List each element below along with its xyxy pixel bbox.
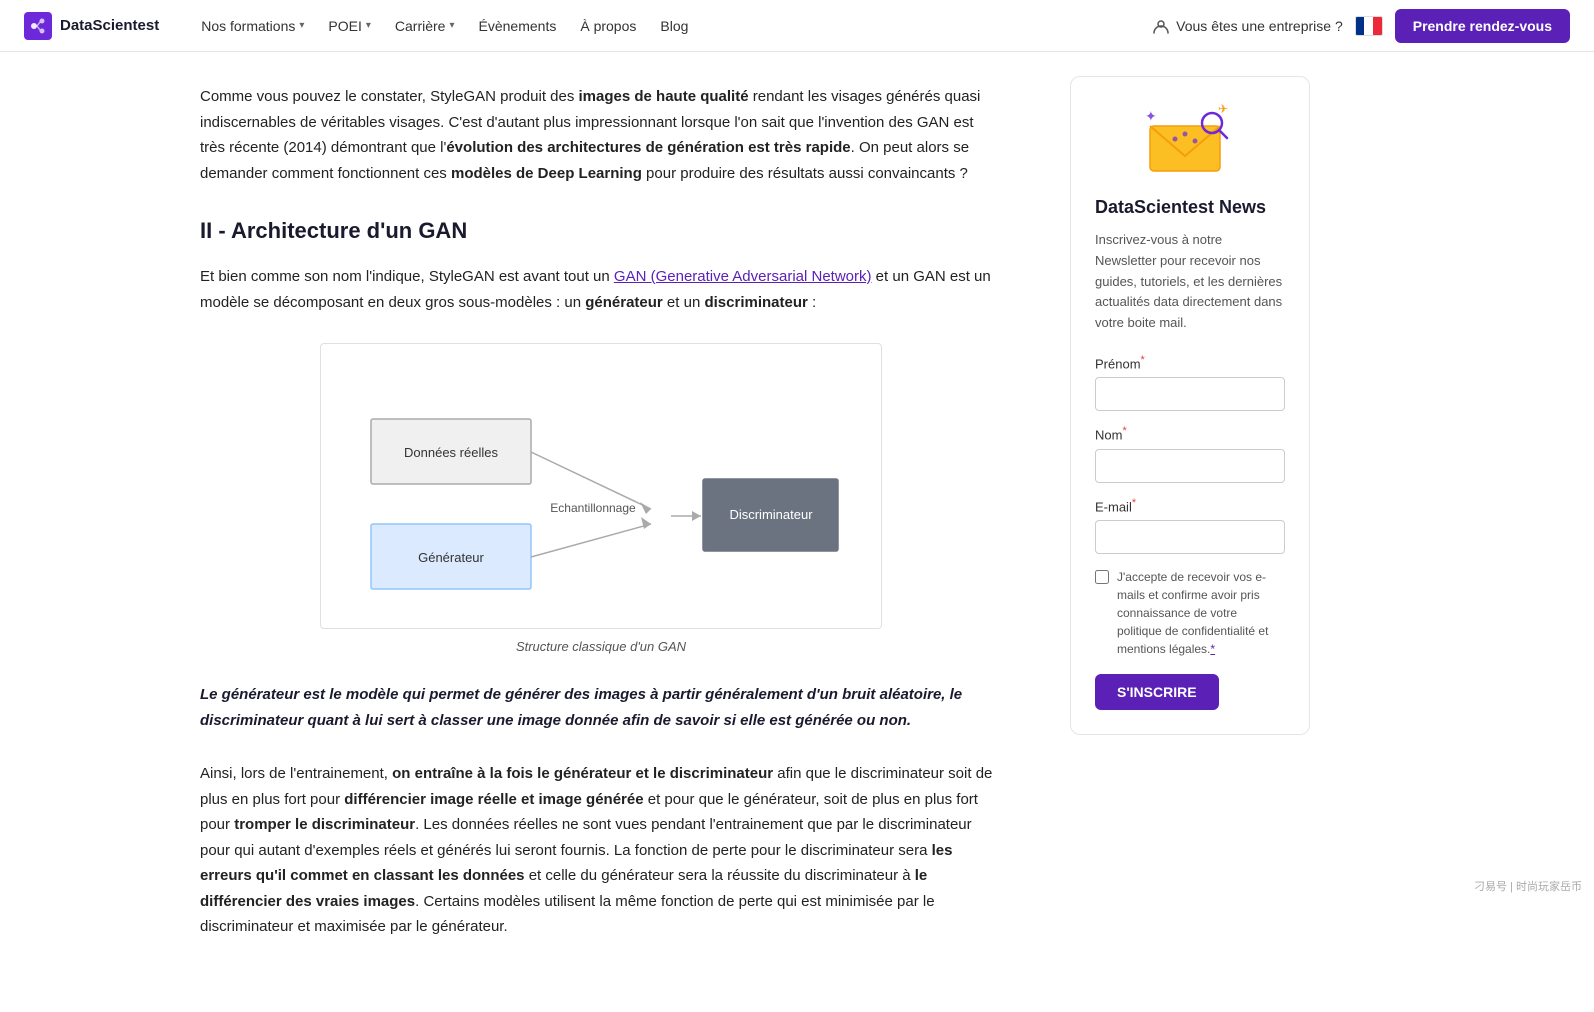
poei-chevron-icon: ▾ [366, 20, 371, 31]
diagram-svg-wrapper: Données réelles Générateur Echantillonna… [320, 343, 882, 629]
consent-checkbox[interactable] [1095, 570, 1109, 584]
enterprise-icon [1152, 17, 1170, 35]
nav-formations[interactable]: Nos formations ▾ [191, 12, 314, 40]
svg-text:✈: ✈ [1218, 102, 1228, 116]
consent-row: J'accepte de recevoir vos e-mails et con… [1095, 568, 1285, 658]
svg-text:✦: ✦ [1145, 108, 1157, 124]
nav-right: Vous êtes une entreprise ? Prendre rende… [1152, 9, 1570, 43]
sidebar-illustration: ✦ ✈ [1095, 101, 1285, 181]
email-label: E-mail* [1095, 497, 1285, 514]
formations-chevron-icon: ▾ [299, 20, 304, 31]
svg-text:Echantillonnage: Echantillonnage [550, 501, 636, 515]
nav-poei[interactable]: POEI ▾ [318, 12, 381, 40]
nom-label: Nom* [1095, 425, 1285, 442]
svg-text:Générateur: Générateur [418, 550, 484, 565]
section-intro-paragraph: Et bien comme son nom l'indique, StyleGA… [200, 264, 1002, 315]
nav-evenements[interactable]: Évènements [469, 12, 567, 40]
nav-blog[interactable]: Blog [650, 12, 698, 40]
nav-carriere[interactable]: Carrière ▾ [385, 12, 465, 40]
carriere-chevron-icon: ▾ [449, 20, 454, 31]
svg-text:Données réelles: Données réelles [404, 445, 498, 460]
diagram-svg: Données réelles Générateur Echantillonna… [341, 364, 861, 604]
svg-text:Discriminateur: Discriminateur [729, 507, 813, 522]
enterprise-link[interactable]: Vous êtes une entreprise ? [1152, 17, 1343, 35]
intro-paragraph: Comme vous pouvez le constater, StyleGAN… [200, 84, 1002, 186]
article-blockquote: Le générateur est le modèle qui permet d… [200, 682, 1002, 733]
newsletter-illustration: ✦ ✈ [1140, 101, 1240, 181]
diagram-caption: Structure classique d'un GAN [516, 639, 686, 654]
cta-button[interactable]: Prendre rendez-vous [1395, 9, 1570, 43]
navbar: DataScientest Nos formations ▾ POEI ▾ Ca… [0, 0, 1594, 52]
nom-input[interactable] [1095, 449, 1285, 483]
nav-apropos[interactable]: À propos [570, 12, 646, 40]
newsletter-card: ✦ ✈ DataScientest News Inscrivez-vous à … [1070, 76, 1310, 735]
email-input[interactable] [1095, 520, 1285, 554]
prenom-input[interactable] [1095, 377, 1285, 411]
page-wrapper: Comme vous pouvez le constater, StyleGAN… [0, 52, 1594, 1012]
logo-link[interactable]: DataScientest [24, 12, 159, 40]
sidebar: ✦ ✈ DataScientest News Inscrivez-vous à … [1050, 52, 1330, 1012]
logo-text: DataScientest [60, 17, 159, 34]
prenom-label: Prénom* [1095, 354, 1285, 371]
sidebar-description: Inscrivez-vous à notre Newsletter pour r… [1095, 230, 1285, 334]
section-heading: II - Architecture d'un GAN [200, 218, 1002, 244]
watermark: 刁易号 | 时尚玩家岳币 [1474, 878, 1582, 894]
sidebar-title: DataScientest News [1095, 197, 1285, 218]
consent-label: J'accepte de recevoir vos e-mails et con… [1117, 568, 1285, 658]
logo-icon [24, 12, 52, 40]
main-paragraph: Ainsi, lors de l'entrainement, on entraî… [200, 761, 1002, 940]
gan-diagram: Données réelles Générateur Echantillonna… [200, 343, 1002, 654]
subscribe-button[interactable]: S'INSCRIRE [1095, 674, 1219, 710]
language-flag[interactable] [1355, 16, 1383, 36]
privacy-link[interactable]: * [1210, 642, 1215, 656]
main-content: Comme vous pouvez le constater, StyleGAN… [0, 52, 1050, 1012]
nav-links: Nos formations ▾ POEI ▾ Carrière ▾ Évène… [191, 12, 1152, 40]
gan-link[interactable]: GAN (Generative Adversarial Network) [614, 268, 872, 285]
